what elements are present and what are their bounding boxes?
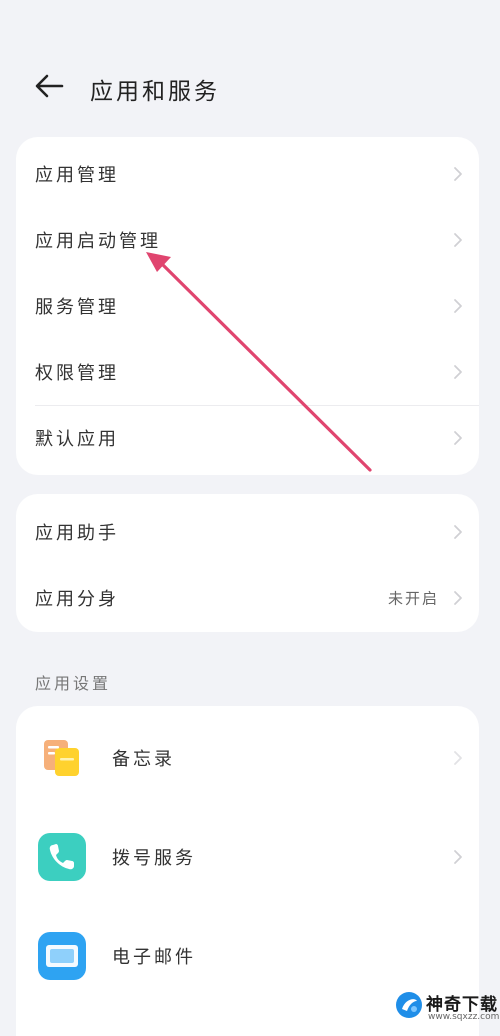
app-launch-management-label: 应用启动管理 <box>35 231 161 252</box>
memo-app-item[interactable]: 备忘录 <box>16 709 479 807</box>
section-title-app-settings: 应用设置 <box>35 674 112 693</box>
app-launch-management-item[interactable]: 应用启动管理 <box>16 207 479 273</box>
memo-icon <box>44 740 79 776</box>
chevron-right-icon <box>454 167 462 181</box>
watermark-url: www.sqxzz.com <box>428 1012 500 1022</box>
phone-icon <box>38 833 86 881</box>
dialer-app-label: 拨号服务 <box>112 848 196 869</box>
chevron-right-icon <box>454 299 462 313</box>
app-twin-label: 应用分身 <box>35 589 119 610</box>
service-management-item[interactable]: 服务管理 <box>16 273 479 339</box>
app-management-card: 应用管理 应用启动管理 服务管理 权限管理 默认应用 <box>16 137 479 475</box>
app-assistant-item[interactable]: 应用助手 <box>16 499 479 565</box>
chevron-right-icon <box>454 850 462 864</box>
default-apps-item[interactable]: 默认应用 <box>16 405 479 471</box>
permission-management-label: 权限管理 <box>35 363 119 384</box>
email-app-label: 电子邮件 <box>112 947 196 968</box>
app-twin-status: 未开启 <box>387 589 439 608</box>
chevron-right-icon <box>454 233 462 247</box>
chevron-right-icon <box>454 591 462 605</box>
app-assistant-label: 应用助手 <box>35 523 119 544</box>
chevron-right-icon <box>454 751 462 765</box>
chevron-right-icon <box>454 365 462 379</box>
back-arrow-icon <box>35 74 64 98</box>
page-title: 应用和服务 <box>90 79 220 105</box>
default-apps-label: 默认应用 <box>35 429 119 450</box>
app-twin-item[interactable]: 应用分身 未开启 <box>16 565 479 631</box>
watermark: 神奇下载 www.sqxzz.com <box>395 990 500 1030</box>
app-management-label: 应用管理 <box>35 165 119 186</box>
chevron-right-icon <box>454 525 462 539</box>
app-assistant-card: 应用助手 应用分身 未开启 <box>16 494 479 632</box>
app-settings-card: 备忘录 拨号服务 电子邮件 <box>16 706 479 1036</box>
permission-management-item[interactable]: 权限管理 <box>16 339 479 405</box>
dialer-app-item[interactable]: 拨号服务 <box>16 808 479 906</box>
app-management-item[interactable]: 应用管理 <box>16 141 479 207</box>
email-icon <box>38 932 86 980</box>
memo-app-label: 备忘录 <box>112 749 175 770</box>
watermark-logo-icon <box>396 992 422 1018</box>
chevron-right-icon <box>454 431 462 445</box>
service-management-label: 服务管理 <box>35 297 119 318</box>
back-button[interactable] <box>32 68 68 104</box>
header: 应用和服务 <box>0 52 500 122</box>
